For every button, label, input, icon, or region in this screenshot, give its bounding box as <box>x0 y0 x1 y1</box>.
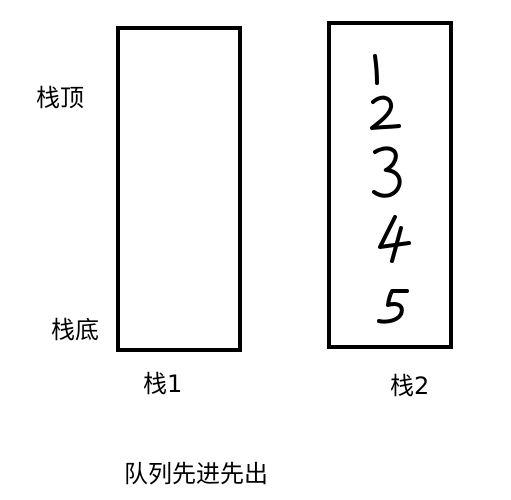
stack-element-5 <box>377 289 409 324</box>
stack-element-3 <box>372 146 402 198</box>
stack-element-2 <box>370 95 401 130</box>
stack-element-1 <box>373 54 379 85</box>
stack-element-4 <box>378 215 411 263</box>
diagram-caption: 队列先进先出 <box>124 460 268 488</box>
stack-2-elements <box>370 54 411 324</box>
